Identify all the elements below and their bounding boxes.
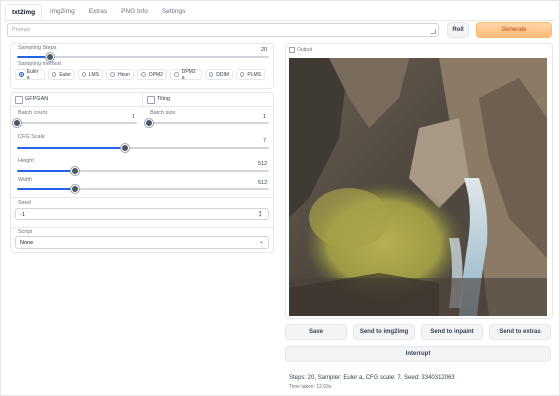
roll-button[interactable]: Roll — [447, 22, 469, 38]
interrupt-button[interactable]: Interrupt — [285, 346, 551, 362]
gfpgan-label: GFPGAN — [25, 96, 49, 102]
seed-divider — [11, 197, 273, 198]
generated-image — [289, 58, 547, 316]
send-to-inpaint-button[interactable]: Send to inpaint — [421, 324, 483, 340]
save-button[interactable]: Save — [285, 324, 347, 340]
seed-input[interactable]: -1 — [15, 208, 269, 220]
radio-ddim[interactable]: DDIM — [205, 69, 233, 80]
prompt-input[interactable]: Prompt — [7, 23, 439, 37]
height-fill — [17, 170, 75, 172]
width-value: 512 — [258, 180, 268, 186]
batch-size-track — [149, 122, 269, 124]
tab-txt2img[interactable]: txt2img — [5, 4, 43, 21]
tiling-label: Tiling — [157, 96, 170, 102]
batch-size-value: 1 — [263, 114, 267, 120]
batch-count-value: 1 — [132, 114, 136, 120]
radio-euler-a[interactable]: Euler a — [15, 69, 45, 81]
tab-img2img[interactable]: img2img — [44, 4, 81, 21]
tiling-checkbox[interactable] — [147, 96, 155, 104]
radio-icon — [52, 72, 57, 77]
sampling-steps-track — [17, 56, 269, 58]
radio-dpm2-a[interactable]: DPM2 a — [170, 69, 202, 81]
cfg-scale-label: CFG Scale — [18, 134, 45, 140]
height-label: Height — [18, 158, 34, 164]
radio-icon — [82, 72, 86, 77]
tab-bar: txt2img img2img Extras PNG Info Settings — [5, 4, 193, 21]
width-slider[interactable] — [70, 185, 79, 193]
radio-icon — [141, 72, 146, 77]
time-taken: Time taken: 12.63s — [289, 384, 332, 390]
seed-label: Seed — [18, 200, 31, 206]
tab-divider — [5, 20, 555, 21]
height-slider[interactable] — [70, 167, 79, 175]
output-header: Output — [289, 47, 312, 53]
chevron-down-icon: ⌄ — [259, 239, 265, 245]
batch-count-slider[interactable] — [13, 119, 21, 127]
radio-plms[interactable]: PLMS — [236, 69, 265, 80]
output-image[interactable] — [289, 58, 547, 316]
gfpgan-checkbox[interactable] — [15, 96, 23, 104]
sampling-steps-label: Sampling Steps — [18, 45, 57, 51]
batch-size-label: Batch size — [150, 110, 176, 116]
height-value: 512 — [258, 161, 268, 167]
script-select[interactable]: None — [15, 236, 269, 249]
radio-icon — [110, 72, 115, 77]
image-icon — [289, 47, 295, 53]
radio-dpm2[interactable]: DPM2 — [137, 69, 167, 80]
radio-icon — [174, 72, 179, 77]
cfg-scale-fill — [17, 147, 126, 149]
send-to-img2img-button[interactable]: Send to img2img — [353, 324, 415, 340]
batch-count-label: Batch count — [18, 110, 48, 116]
checkbox-divider — [142, 93, 143, 106]
sampling-method-label: Sampling method — [18, 61, 61, 67]
tab-settings[interactable]: Settings — [156, 4, 192, 21]
radio-lms[interactable]: LMS — [78, 69, 103, 80]
radio-icon — [209, 72, 214, 77]
batch-size-slider[interactable] — [145, 119, 153, 127]
tab-extras[interactable]: Extras — [83, 4, 113, 21]
radio-heun[interactable]: Heun — [106, 69, 134, 80]
sampling-steps-slider[interactable] — [45, 53, 54, 61]
seed-stepper-icon[interactable]: ▴ ▾ — [259, 210, 262, 219]
send-to-extras-button[interactable]: Send to extras — [489, 324, 551, 340]
cfg-scale-value: 7 — [263, 138, 267, 144]
script-label: Script — [18, 229, 33, 235]
app-window: txt2img img2img Extras PNG Info Settings… — [0, 0, 560, 396]
generate-button[interactable]: Generate — [476, 22, 552, 38]
radio-icon — [240, 72, 245, 77]
sampling-steps-value: 20 — [261, 47, 268, 53]
generation-info: Steps: 20, Sampler: Euler a, CFG scale: … — [289, 375, 455, 381]
sampling-steps-fill — [17, 56, 50, 58]
batch-count-track — [17, 122, 137, 124]
radio-selected-icon — [19, 72, 24, 77]
radio-euler[interactable]: Euler — [48, 69, 75, 80]
width-fill — [17, 188, 75, 190]
width-label: Width — [18, 177, 33, 183]
tab-png-info[interactable]: PNG Info — [115, 4, 154, 21]
